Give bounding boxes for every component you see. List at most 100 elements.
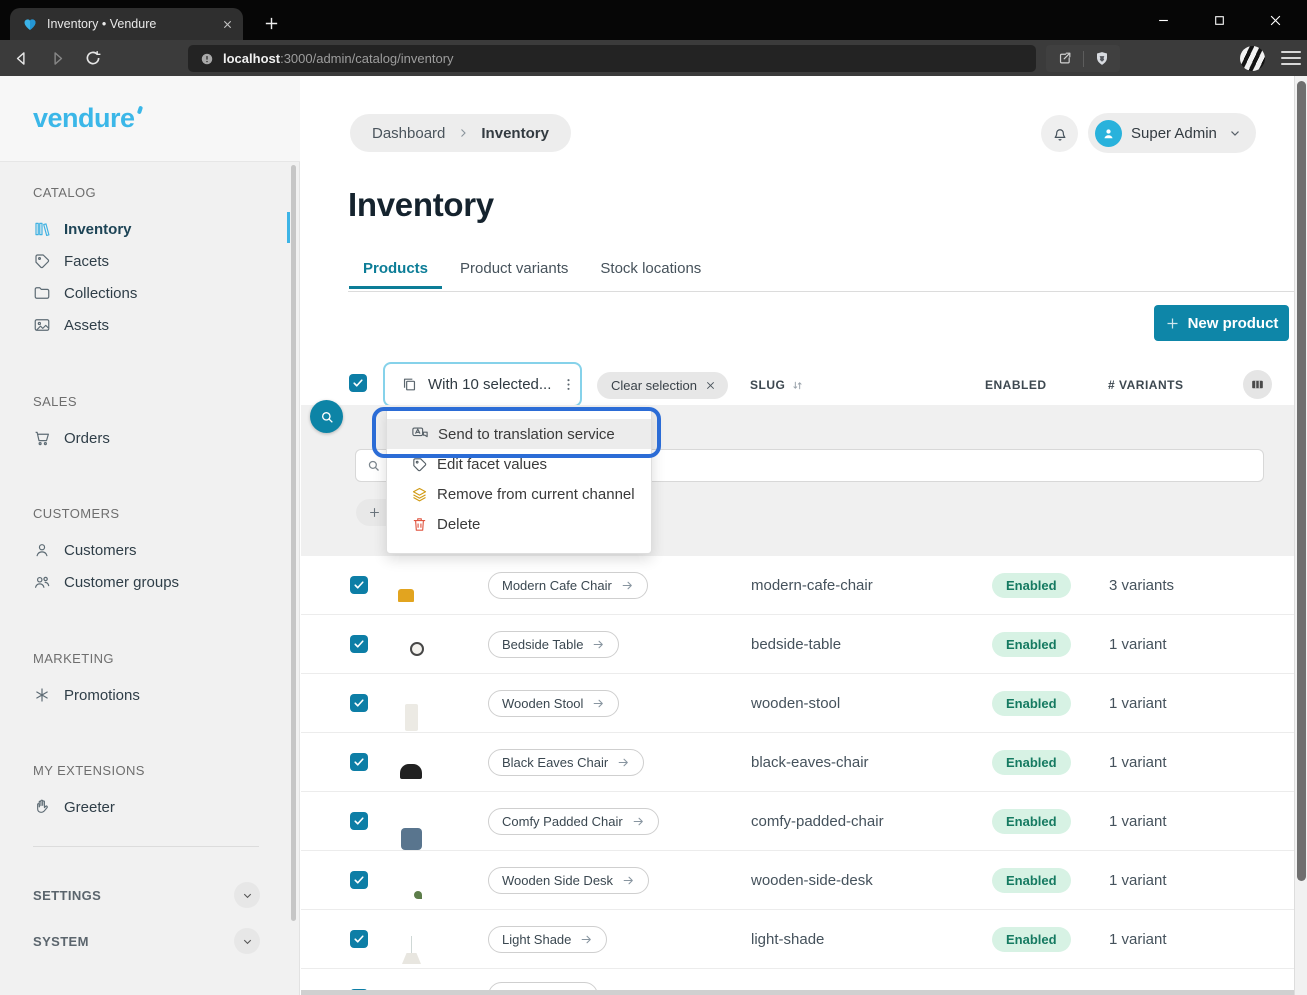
columns-icon — [1250, 377, 1265, 392]
product-link[interactable]: Modern Cafe Chair — [488, 572, 648, 599]
status-badge: Enabled — [992, 632, 1071, 657]
menu-item-remove-from-channel[interactable]: Remove from current channel — [387, 479, 651, 509]
arrow-right-icon — [632, 815, 645, 828]
table-row: Wooden Stool wooden-stool Enabled 1 vari… — [301, 674, 1294, 733]
tabs-divider — [348, 291, 1294, 292]
browser-tab[interactable]: Inventory • Vendure — [10, 8, 243, 40]
browser-profile-avatar[interactable] — [1240, 46, 1265, 71]
sidebar-item-collections[interactable]: Collections — [0, 277, 292, 309]
search-bubble-button[interactable] — [310, 400, 343, 433]
select-all-checkbox[interactable] — [349, 374, 367, 392]
row-checkbox[interactable] — [350, 576, 368, 594]
users-icon — [33, 573, 51, 591]
brave-shield-icon[interactable] — [1094, 50, 1110, 67]
product-slug: wooden-side-desk — [751, 872, 986, 889]
sidebar-divider — [33, 846, 259, 847]
maximize-icon[interactable] — [1205, 6, 1233, 34]
sidebar-item-label: Promotions — [64, 687, 140, 704]
column-settings-button[interactable] — [1243, 370, 1272, 399]
tag-icon — [411, 456, 428, 473]
arrow-right-icon — [592, 638, 605, 651]
product-link[interactable]: Comfy Padded Chair — [488, 808, 659, 835]
trash-icon — [411, 516, 428, 533]
image-icon — [33, 316, 51, 334]
sidebar-item-facets[interactable]: Facets — [0, 245, 292, 277]
url-host: localhost — [223, 51, 280, 66]
variants-count: 1 variant — [1109, 931, 1294, 948]
clear-selection-button[interactable]: Clear selection — [597, 372, 728, 399]
product-link[interactable]: Bedside Table — [488, 631, 619, 658]
tab-products[interactable]: Products — [363, 260, 428, 288]
status-badge: Enabled — [992, 927, 1071, 952]
sidebar-scrollbar[interactable] — [291, 165, 296, 921]
translate-icon — [411, 425, 429, 443]
sidebar-item-assets[interactable]: Assets — [0, 309, 292, 341]
browser-menu-icon[interactable] — [1281, 48, 1301, 68]
column-header-enabled: ENABLED — [985, 378, 1047, 392]
section-heading-my-extensions: MY EXTENSIONS — [0, 763, 292, 779]
page-scrollbar[interactable] — [1294, 76, 1307, 995]
sidebar-item-greeter[interactable]: Greeter — [0, 791, 292, 823]
system-label: SYSTEM — [33, 934, 89, 949]
notifications-button[interactable] — [1041, 115, 1078, 152]
user-menu[interactable]: Super Admin — [1088, 113, 1256, 153]
reload-icon[interactable] — [78, 44, 108, 72]
books-icon — [33, 220, 51, 238]
sidebar-item-orders[interactable]: Orders — [0, 422, 292, 454]
back-icon[interactable] — [6, 44, 36, 72]
kebab-menu-icon[interactable] — [561, 377, 576, 392]
tab-close-icon[interactable] — [222, 19, 233, 30]
close-window-icon[interactable] — [1261, 6, 1289, 34]
section-heading-marketing: MARKETING — [0, 651, 292, 667]
row-checkbox[interactable] — [350, 635, 368, 653]
scrollbar-thumb[interactable] — [1297, 81, 1306, 881]
product-link[interactable]: Wooden Stool — [488, 690, 619, 717]
sidebar-item-inventory[interactable]: Inventory — [0, 213, 292, 245]
chevron-down-icon — [234, 928, 260, 954]
main-content: Dashboard Inventory Super Admin Inventor… — [301, 76, 1294, 995]
plus-icon — [368, 506, 381, 519]
section-heading-customers: CUSTOMERS — [0, 506, 292, 522]
menu-item-edit-facet-values[interactable]: Edit facet values — [387, 449, 651, 479]
status-badge: Enabled — [992, 691, 1071, 716]
new-tab-button[interactable] — [256, 8, 286, 38]
minimize-icon[interactable] — [1149, 6, 1177, 34]
share-icon[interactable] — [1056, 50, 1073, 67]
cart-icon — [33, 429, 51, 447]
horizontal-scrollbar[interactable] — [301, 990, 1294, 995]
hand-icon — [33, 798, 51, 816]
sidebar-section-system[interactable]: SYSTEM — [0, 925, 292, 957]
tab-stock-locations[interactable]: Stock locations — [600, 260, 701, 288]
new-product-button[interactable]: New product — [1154, 305, 1289, 341]
section-heading-catalog: CATALOG — [0, 185, 292, 201]
sidebar-item-label: Facets — [64, 253, 109, 270]
sidebar-item-customer-groups[interactable]: Customer groups — [0, 566, 292, 598]
forward-icon[interactable] — [42, 44, 72, 72]
row-checkbox[interactable] — [350, 694, 368, 712]
sidebar-nav: CATALOG Inventory Facets — [0, 163, 292, 957]
vendure-logo: vendure — [33, 103, 135, 134]
row-checkbox[interactable] — [350, 930, 368, 948]
arrow-right-icon — [617, 756, 630, 769]
site-info-icon[interactable] — [200, 52, 214, 66]
menu-item-send-to-translation[interactable]: Send to translation service — [387, 419, 651, 449]
product-link[interactable]: Light Shade — [488, 926, 607, 953]
sidebar-section-settings[interactable]: SETTINGS — [0, 879, 292, 911]
breadcrumb-dashboard[interactable]: Dashboard — [372, 125, 445, 142]
product-link[interactable]: Wooden Side Desk — [488, 867, 649, 894]
with-selected-button[interactable]: With 10 selected... — [383, 362, 582, 407]
active-item-indicator — [287, 212, 290, 243]
menu-item-delete[interactable]: Delete — [387, 509, 651, 539]
row-checkbox[interactable] — [350, 871, 368, 889]
address-bar[interactable]: localhost:3000/admin/catalog/inventory — [188, 45, 1036, 72]
sidebar-item-promotions[interactable]: Promotions — [0, 679, 292, 711]
bell-icon — [1051, 125, 1069, 143]
window-controls — [1149, 0, 1297, 40]
product-link[interactable]: Black Eaves Chair — [488, 749, 644, 776]
tab-product-variants[interactable]: Product variants — [460, 260, 568, 288]
variants-count: 1 variant — [1109, 754, 1294, 771]
column-header-slug[interactable]: SLUG — [750, 378, 805, 392]
sidebar-item-customers[interactable]: Customers — [0, 534, 292, 566]
row-checkbox[interactable] — [350, 753, 368, 771]
row-checkbox[interactable] — [350, 812, 368, 830]
